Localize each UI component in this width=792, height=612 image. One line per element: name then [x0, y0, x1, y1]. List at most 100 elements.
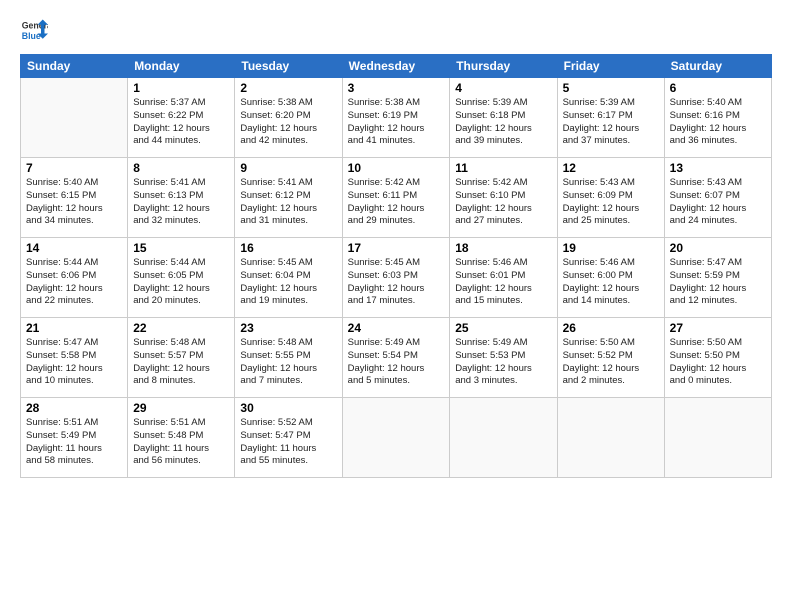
calendar-cell: 7 Sunrise: 5:40 AM Sunset: 6:15 PM Daylig… [21, 158, 128, 238]
calendar-cell: 13 Sunrise: 5:43 AM Sunset: 6:07 PM Dayli… [664, 158, 771, 238]
day-number: 12 [563, 161, 659, 175]
day-info: Sunrise: 5:52 AM Sunset: 5:47 PM Dayligh… [240, 417, 336, 468]
calendar-cell: 1 Sunrise: 5:37 AM Sunset: 6:22 PM Daylig… [128, 78, 235, 158]
day-number: 4 [455, 81, 551, 95]
calendar-cell: 20 Sunrise: 5:47 AM Sunset: 5:59 PM Dayli… [664, 238, 771, 318]
calendar-cell: 17Sunrise: 5:45 AM Sunset: 6:03 PM Dayli… [342, 238, 450, 318]
day-number: 26 [563, 321, 659, 335]
day-number: 13 [670, 161, 766, 175]
day-info: Sunrise: 5:50 AM Sunset: 5:50 PM Dayligh… [670, 337, 766, 388]
day-info: Sunrise: 5:47 AM Sunset: 5:58 PM Dayligh… [26, 337, 122, 388]
calendar-table: SundayMondayTuesdayWednesdayThursdayFrid… [20, 54, 772, 478]
day-info: Sunrise: 5:46 AM Sunset: 6:00 PM Dayligh… [563, 257, 659, 308]
day-info: Sunrise: 5:45 AM Sunset: 6:04 PM Dayligh… [240, 257, 336, 308]
day-info: Sunrise: 5:40 AM Sunset: 6:15 PM Dayligh… [26, 177, 122, 228]
calendar-cell: 11 Sunrise: 5:42 AM Sunset: 6:10 PM Dayli… [450, 158, 557, 238]
day-info: Sunrise: 5:37 AM Sunset: 6:22 PM Dayligh… [133, 97, 229, 148]
day-info: Sunrise: 5:42 AM Sunset: 6:10 PM Dayligh… [455, 177, 551, 228]
calendar-cell: 18 Sunrise: 5:46 AM Sunset: 6:01 PM Dayli… [450, 238, 557, 318]
day-info: Sunrise: 5:38 AM Sunset: 6:20 PM Dayligh… [240, 97, 336, 148]
calendar-cell [664, 398, 771, 478]
logo-icon: General Blue [20, 16, 48, 44]
day-info: Sunrise: 5:48 AM Sunset: 5:55 PM Dayligh… [240, 337, 336, 388]
calendar-cell: 30 Sunrise: 5:52 AM Sunset: 5:47 PM Dayli… [235, 398, 342, 478]
day-info: Sunrise: 5:46 AM Sunset: 6:01 PM Dayligh… [455, 257, 551, 308]
calendar-cell [342, 398, 450, 478]
calendar-cell: 2 Sunrise: 5:38 AM Sunset: 6:20 PM Daylig… [235, 78, 342, 158]
calendar-day-header: Tuesday [235, 55, 342, 78]
calendar-cell: 26 Sunrise: 5:50 AM Sunset: 5:52 PM Dayli… [557, 318, 664, 398]
calendar-cell: 4 Sunrise: 5:39 AM Sunset: 6:18 PM Daylig… [450, 78, 557, 158]
calendar-cell: 21 Sunrise: 5:47 AM Sunset: 5:58 PM Dayli… [21, 318, 128, 398]
day-number: 7 [26, 161, 122, 175]
day-info: Sunrise: 5:47 AM Sunset: 5:59 PM Dayligh… [670, 257, 766, 308]
day-number: 20 [670, 241, 766, 255]
day-info: Sunrise: 5:44 AM Sunset: 6:06 PM Dayligh… [26, 257, 122, 308]
day-number: 17 [348, 241, 445, 255]
day-number: 15 [133, 241, 229, 255]
day-info: Sunrise: 5:43 AM Sunset: 6:09 PM Dayligh… [563, 177, 659, 228]
calendar-week-row: 28 Sunrise: 5:51 AM Sunset: 5:49 PM Dayli… [21, 398, 772, 478]
day-info: Sunrise: 5:51 AM Sunset: 5:49 PM Dayligh… [26, 417, 122, 468]
calendar-cell: 25 Sunrise: 5:49 AM Sunset: 5:53 PM Dayli… [450, 318, 557, 398]
day-info: Sunrise: 5:41 AM Sunset: 6:12 PM Dayligh… [240, 177, 336, 228]
day-info: Sunrise: 5:43 AM Sunset: 6:07 PM Dayligh… [670, 177, 766, 228]
day-number: 8 [133, 161, 229, 175]
day-info: Sunrise: 5:39 AM Sunset: 6:17 PM Dayligh… [563, 97, 659, 148]
day-number: 2 [240, 81, 336, 95]
calendar-cell [450, 398, 557, 478]
day-number: 9 [240, 161, 336, 175]
calendar-cell: 16 Sunrise: 5:45 AM Sunset: 6:04 PM Dayli… [235, 238, 342, 318]
calendar-week-row: 1 Sunrise: 5:37 AM Sunset: 6:22 PM Daylig… [21, 78, 772, 158]
calendar-cell: 3 Sunrise: 5:38 AM Sunset: 6:19 PM Daylig… [342, 78, 450, 158]
calendar-cell: 19 Sunrise: 5:46 AM Sunset: 6:00 PM Dayli… [557, 238, 664, 318]
calendar-cell: 23 Sunrise: 5:48 AM Sunset: 5:55 PM Dayli… [235, 318, 342, 398]
day-info: Sunrise: 5:51 AM Sunset: 5:48 PM Dayligh… [133, 417, 229, 468]
calendar-cell: 29Sunrise: 5:51 AM Sunset: 5:48 PM Dayli… [128, 398, 235, 478]
calendar-cell: 14 Sunrise: 5:44 AM Sunset: 6:06 PM Dayli… [21, 238, 128, 318]
calendar-day-header: Thursday [450, 55, 557, 78]
day-number: 25 [455, 321, 551, 335]
logo: General Blue [20, 16, 48, 44]
day-info: Sunrise: 5:38 AM Sunset: 6:19 PM Dayligh… [348, 97, 445, 148]
day-info: Sunrise: 5:49 AM Sunset: 5:54 PM Dayligh… [348, 337, 445, 388]
calendar-header-row: SundayMondayTuesdayWednesdayThursdayFrid… [21, 55, 772, 78]
calendar-day-header: Saturday [664, 55, 771, 78]
day-number: 14 [26, 241, 122, 255]
day-number: 5 [563, 81, 659, 95]
day-info: Sunrise: 5:41 AM Sunset: 6:13 PM Dayligh… [133, 177, 229, 228]
day-info: Sunrise: 5:49 AM Sunset: 5:53 PM Dayligh… [455, 337, 551, 388]
calendar-week-row: 21 Sunrise: 5:47 AM Sunset: 5:58 PM Dayli… [21, 318, 772, 398]
calendar-cell: 28 Sunrise: 5:51 AM Sunset: 5:49 PM Dayli… [21, 398, 128, 478]
calendar-cell: 15Sunrise: 5:44 AM Sunset: 6:05 PM Dayli… [128, 238, 235, 318]
day-info: Sunrise: 5:39 AM Sunset: 6:18 PM Dayligh… [455, 97, 551, 148]
day-number: 22 [133, 321, 229, 335]
calendar-cell [21, 78, 128, 158]
day-number: 27 [670, 321, 766, 335]
day-number: 19 [563, 241, 659, 255]
day-number: 3 [348, 81, 445, 95]
day-number: 30 [240, 401, 336, 415]
calendar-cell: 24Sunrise: 5:49 AM Sunset: 5:54 PM Dayli… [342, 318, 450, 398]
calendar-cell: 8 Sunrise: 5:41 AM Sunset: 6:13 PM Daylig… [128, 158, 235, 238]
day-number: 1 [133, 81, 229, 95]
calendar-day-header: Monday [128, 55, 235, 78]
calendar-cell [557, 398, 664, 478]
day-number: 28 [26, 401, 122, 415]
day-number: 18 [455, 241, 551, 255]
day-number: 16 [240, 241, 336, 255]
day-number: 6 [670, 81, 766, 95]
calendar-week-row: 7 Sunrise: 5:40 AM Sunset: 6:15 PM Daylig… [21, 158, 772, 238]
day-number: 23 [240, 321, 336, 335]
day-info: Sunrise: 5:48 AM Sunset: 5:57 PM Dayligh… [133, 337, 229, 388]
day-number: 21 [26, 321, 122, 335]
day-info: Sunrise: 5:40 AM Sunset: 6:16 PM Dayligh… [670, 97, 766, 148]
page-header: General Blue [20, 16, 772, 44]
svg-text:Blue: Blue [22, 31, 41, 41]
day-info: Sunrise: 5:42 AM Sunset: 6:11 PM Dayligh… [348, 177, 445, 228]
day-info: Sunrise: 5:50 AM Sunset: 5:52 PM Dayligh… [563, 337, 659, 388]
calendar-cell: 9 Sunrise: 5:41 AM Sunset: 6:12 PM Daylig… [235, 158, 342, 238]
calendar-day-header: Sunday [21, 55, 128, 78]
day-number: 11 [455, 161, 551, 175]
calendar-day-header: Wednesday [342, 55, 450, 78]
